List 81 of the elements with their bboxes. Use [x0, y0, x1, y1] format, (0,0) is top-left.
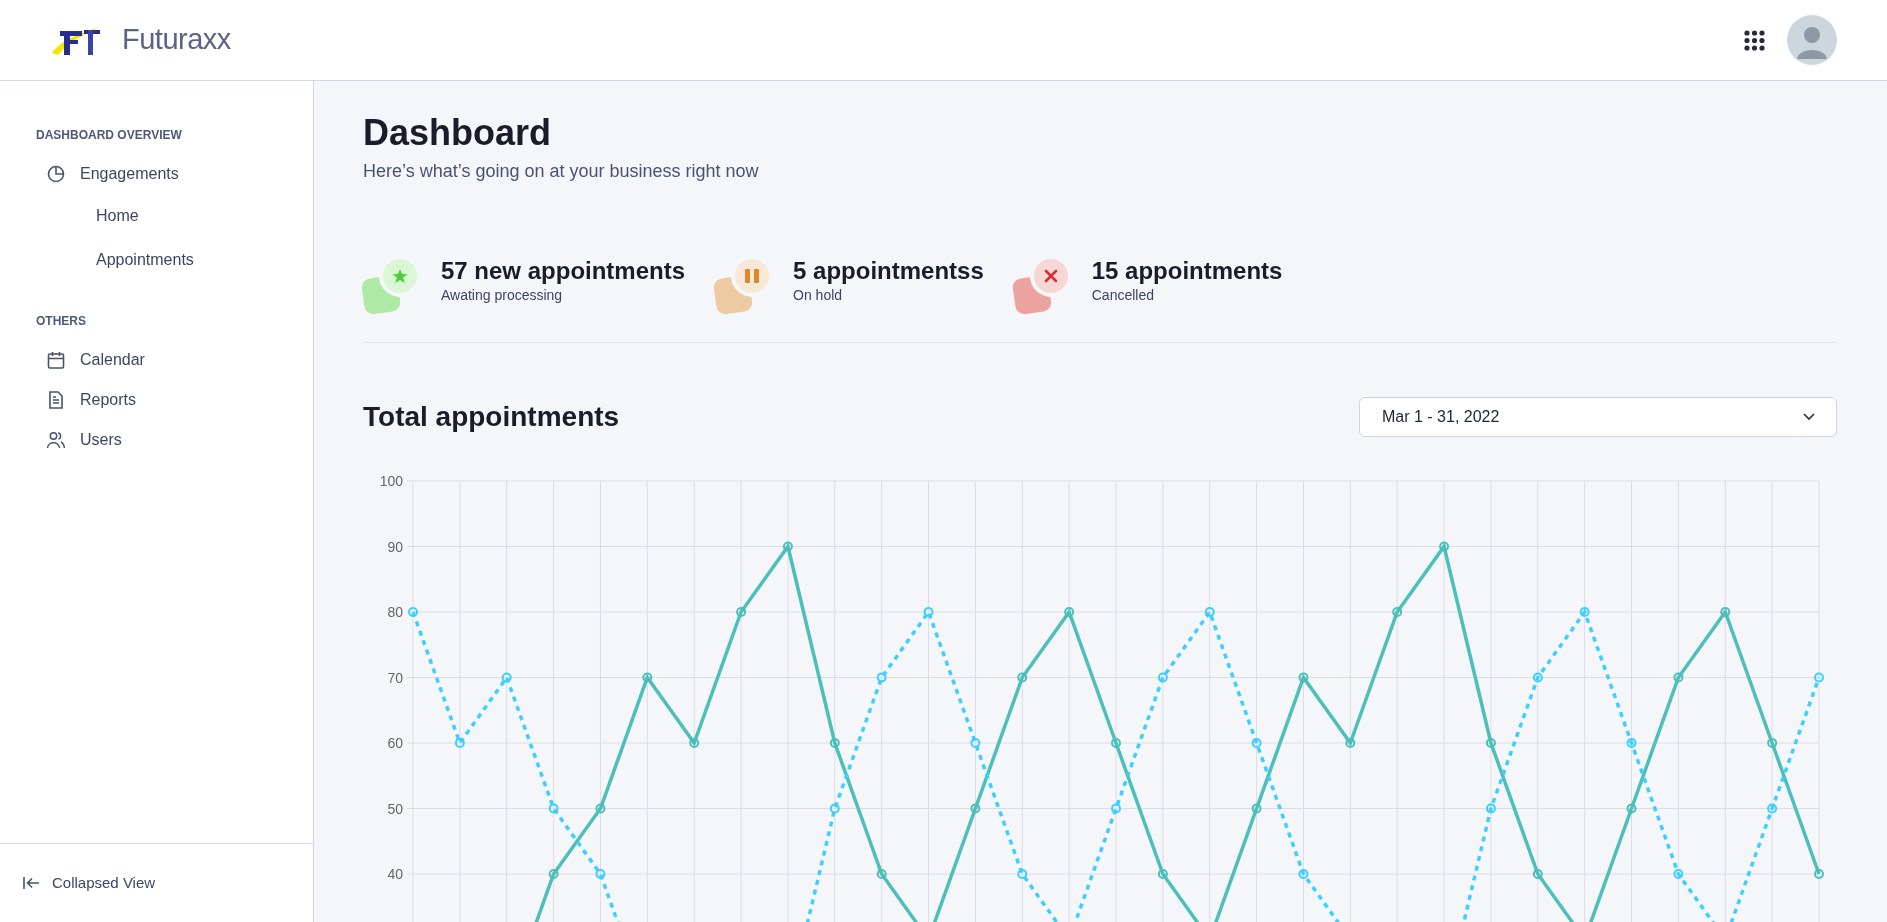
data-point	[736, 607, 747, 618]
data-point	[1485, 738, 1496, 749]
sidebar-subitem[interactable]: Appointments	[0, 238, 313, 282]
data-point	[408, 607, 418, 618]
document-icon	[46, 390, 66, 410]
data-point	[548, 869, 559, 880]
stat-caption: Cancelled	[1091, 285, 1155, 305]
data-point	[1626, 738, 1637, 749]
data-point	[1111, 803, 1121, 814]
data-point	[1485, 803, 1496, 814]
avatar[interactable]	[1787, 15, 1837, 65]
section-heading: DASHBOARD OVERVIEW	[35, 127, 183, 144]
data-point	[501, 672, 512, 683]
sidebar-item[interactable]: Reports	[0, 380, 313, 420]
page-subtitle: Here’s what’s going on at your business right now	[363, 160, 760, 184]
date-range-dropdown[interactable]: Mar 1 - 31, 2022	[1359, 397, 1837, 438]
data-point	[1814, 672, 1824, 683]
collapse-button[interactable]: Collapsed View	[0, 863, 156, 903]
section-heading: OTHERS	[35, 313, 87, 330]
y-tick-label: 50	[387, 800, 403, 817]
data-point	[1017, 869, 1028, 880]
data-point	[923, 607, 934, 618]
data-point	[1204, 607, 1215, 618]
data-point	[642, 672, 653, 683]
data-point	[1345, 738, 1356, 749]
data-point	[689, 738, 700, 749]
y-tick-label: 40	[387, 866, 403, 883]
data-point	[1298, 672, 1309, 683]
stat-caption: On hold	[793, 285, 844, 305]
data-point	[1767, 803, 1778, 814]
data-point	[1814, 869, 1824, 880]
data-point	[1251, 803, 1262, 814]
data-point	[1673, 869, 1684, 880]
y-tick-label: 60	[387, 735, 403, 752]
data-point	[782, 541, 793, 552]
data-point	[1017, 672, 1028, 683]
data-point	[1439, 541, 1450, 552]
brand-name: Futuraxx	[122, 22, 231, 58]
users-icon	[46, 430, 66, 450]
collapse-arrow-icon	[22, 874, 40, 892]
page-title: Dashboard	[363, 111, 553, 155]
stat-value: 5 appointmentss	[793, 258, 984, 285]
data-point	[1673, 672, 1684, 683]
data-point	[876, 869, 887, 880]
data-point	[876, 672, 887, 683]
stat-caption: Awating processing	[441, 285, 564, 305]
y-tick-label: 100	[379, 473, 403, 490]
pie-chart-icon	[46, 164, 66, 184]
y-tick-label: 90	[387, 538, 403, 555]
stat-value: 57 new appointments	[441, 258, 686, 285]
sidebar-item[interactable]: Calendar	[0, 340, 313, 380]
data-point	[1626, 803, 1637, 814]
sidebar-item[interactable]: Users	[0, 420, 313, 460]
section-title: Total appointments	[363, 400, 620, 434]
sidebar-item[interactable]: Engagements	[0, 154, 313, 194]
data-point	[548, 803, 559, 814]
calendar-icon	[46, 350, 66, 370]
data-point	[1111, 738, 1121, 749]
data-point	[1298, 869, 1309, 880]
data-point	[829, 803, 840, 814]
data-point	[1157, 672, 1168, 683]
data-point	[1720, 607, 1731, 618]
data-point	[1064, 607, 1075, 618]
data-point	[970, 738, 981, 749]
data-point	[1251, 738, 1262, 749]
data-point	[1157, 869, 1168, 880]
data-point	[1392, 607, 1403, 618]
sidebar-subitem[interactable]: Home	[0, 194, 313, 238]
y-tick-label: 70	[387, 669, 403, 686]
data-point	[1532, 869, 1543, 880]
data-point	[595, 803, 606, 814]
apps-grid-icon[interactable]	[1744, 29, 1765, 51]
data-point	[1767, 738, 1778, 749]
data-point	[1579, 607, 1590, 618]
data-point	[595, 869, 606, 880]
data-point	[454, 738, 465, 749]
stat-value: 15 appointments	[1091, 258, 1283, 285]
data-point	[970, 803, 981, 814]
y-tick-label: 80	[387, 604, 403, 621]
data-point	[1532, 672, 1543, 683]
data-point	[829, 738, 840, 749]
